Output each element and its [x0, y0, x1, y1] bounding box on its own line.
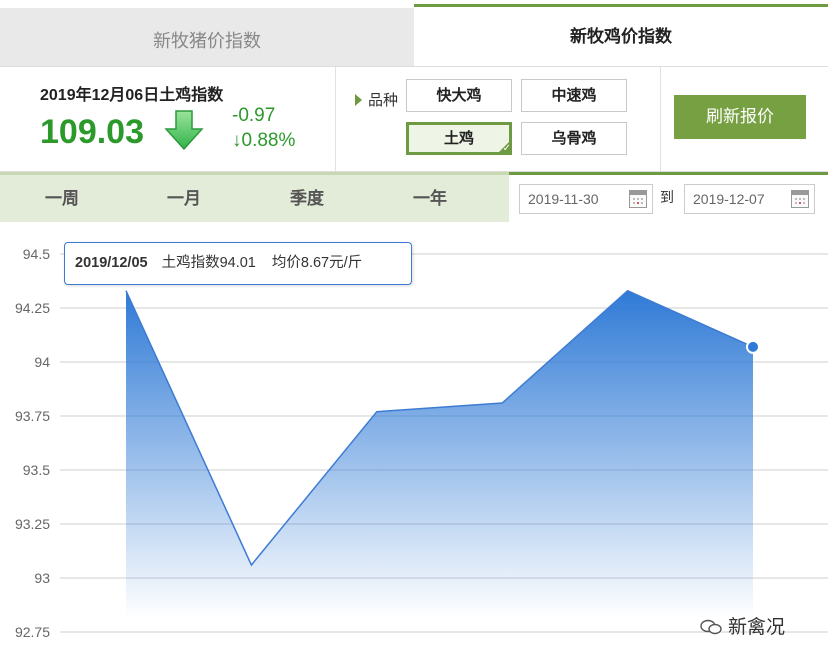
data-point[interactable]	[498, 399, 506, 407]
data-point[interactable]	[373, 408, 381, 416]
data-point[interactable]	[746, 339, 760, 354]
y-tick-label: 93.5	[23, 462, 50, 478]
variety-label-text: 品种	[368, 92, 399, 109]
tab-chicken-index[interactable]: 新牧鸡价指数	[414, 4, 828, 66]
selected-check-icon: ✓	[496, 139, 512, 155]
y-tick-label: 92.75	[15, 624, 50, 640]
divider	[660, 67, 661, 171]
triangle-right-icon	[355, 94, 362, 106]
down-arrow-icon	[164, 110, 204, 151]
tooltip-date: 2019/12/05	[75, 255, 148, 271]
variety-option-fast[interactable]: 快大鸡	[406, 79, 512, 112]
index-chart[interactable]: 94.5 94.25 94 93.75 93.5 93.25 93 92.75	[0, 226, 828, 659]
period-tab-week[interactable]: 一周	[45, 175, 79, 222]
y-tick-label: 94.5	[23, 246, 50, 262]
calendar-icon[interactable]	[791, 190, 809, 208]
index-panel: 2019年12月06日土鸡指数 109.03 -0.97 ↓0.88% 品种 快…	[0, 66, 828, 172]
variety-label: 品种	[355, 89, 398, 110]
index-change: -0.97	[232, 105, 276, 126]
start-date-input[interactable]: 2019-11-30	[519, 184, 653, 214]
y-tick-label: 94.25	[15, 300, 50, 316]
index-value: 109.03	[40, 113, 144, 151]
variety-option-label: 中速鸡	[551, 87, 597, 104]
y-tick-label: 93.75	[15, 408, 50, 424]
wechat-icon	[700, 619, 722, 635]
period-tab-year[interactable]: 一年	[413, 175, 447, 222]
end-date-input[interactable]: 2019-12-07	[684, 184, 815, 214]
start-date-value: 2019-11-30	[528, 191, 599, 207]
index-change-percent: ↓0.88%	[232, 130, 296, 151]
variety-option-label: 快大鸡	[436, 87, 482, 104]
data-point[interactable]	[122, 287, 130, 295]
variety-option-label: 乌骨鸡	[551, 130, 597, 147]
variety-option-medium[interactable]: 中速鸡	[521, 79, 627, 112]
date-to-label: 到	[660, 189, 674, 205]
variety-option-label: 土鸡	[443, 130, 474, 147]
period-tabs: 一周 一月 季度 一年	[0, 172, 509, 222]
watermark: 新禽况	[700, 612, 785, 639]
index-title: 2019年12月06日土鸡指数	[40, 87, 224, 104]
y-tick-label: 93	[34, 570, 50, 586]
data-point[interactable]	[247, 561, 255, 569]
chart-tooltip: 2019/12/05 土鸡指数94.01 均价8.67元/斤	[64, 242, 412, 285]
variety-option-silkie[interactable]: 乌骨鸡	[521, 122, 627, 155]
end-date-value: 2019-12-07	[693, 191, 765, 207]
index-tabs: 新牧猪价指数 新牧鸡价指数	[0, 0, 828, 66]
y-tick-label: 93.25	[15, 516, 50, 532]
series-area	[126, 290, 753, 618]
watermark-text: 新禽况	[728, 617, 786, 638]
period-tab-quarter[interactable]: 季度	[290, 175, 324, 222]
period-tab-month[interactable]: 一月	[167, 175, 201, 222]
tooltip-series: 土鸡指数94.01	[161, 255, 256, 271]
calendar-icon[interactable]	[629, 190, 647, 208]
divider	[335, 67, 336, 171]
y-tick-label: 94	[34, 354, 50, 370]
tab-pig-index[interactable]: 新牧猪价指数	[0, 8, 414, 66]
variety-option-native[interactable]: 土鸡 ✓	[406, 122, 512, 155]
tooltip-price: 均价8.67元/斤	[271, 255, 363, 271]
refresh-price-button[interactable]: 刷新报价	[674, 95, 806, 139]
data-point[interactable]	[624, 287, 632, 295]
